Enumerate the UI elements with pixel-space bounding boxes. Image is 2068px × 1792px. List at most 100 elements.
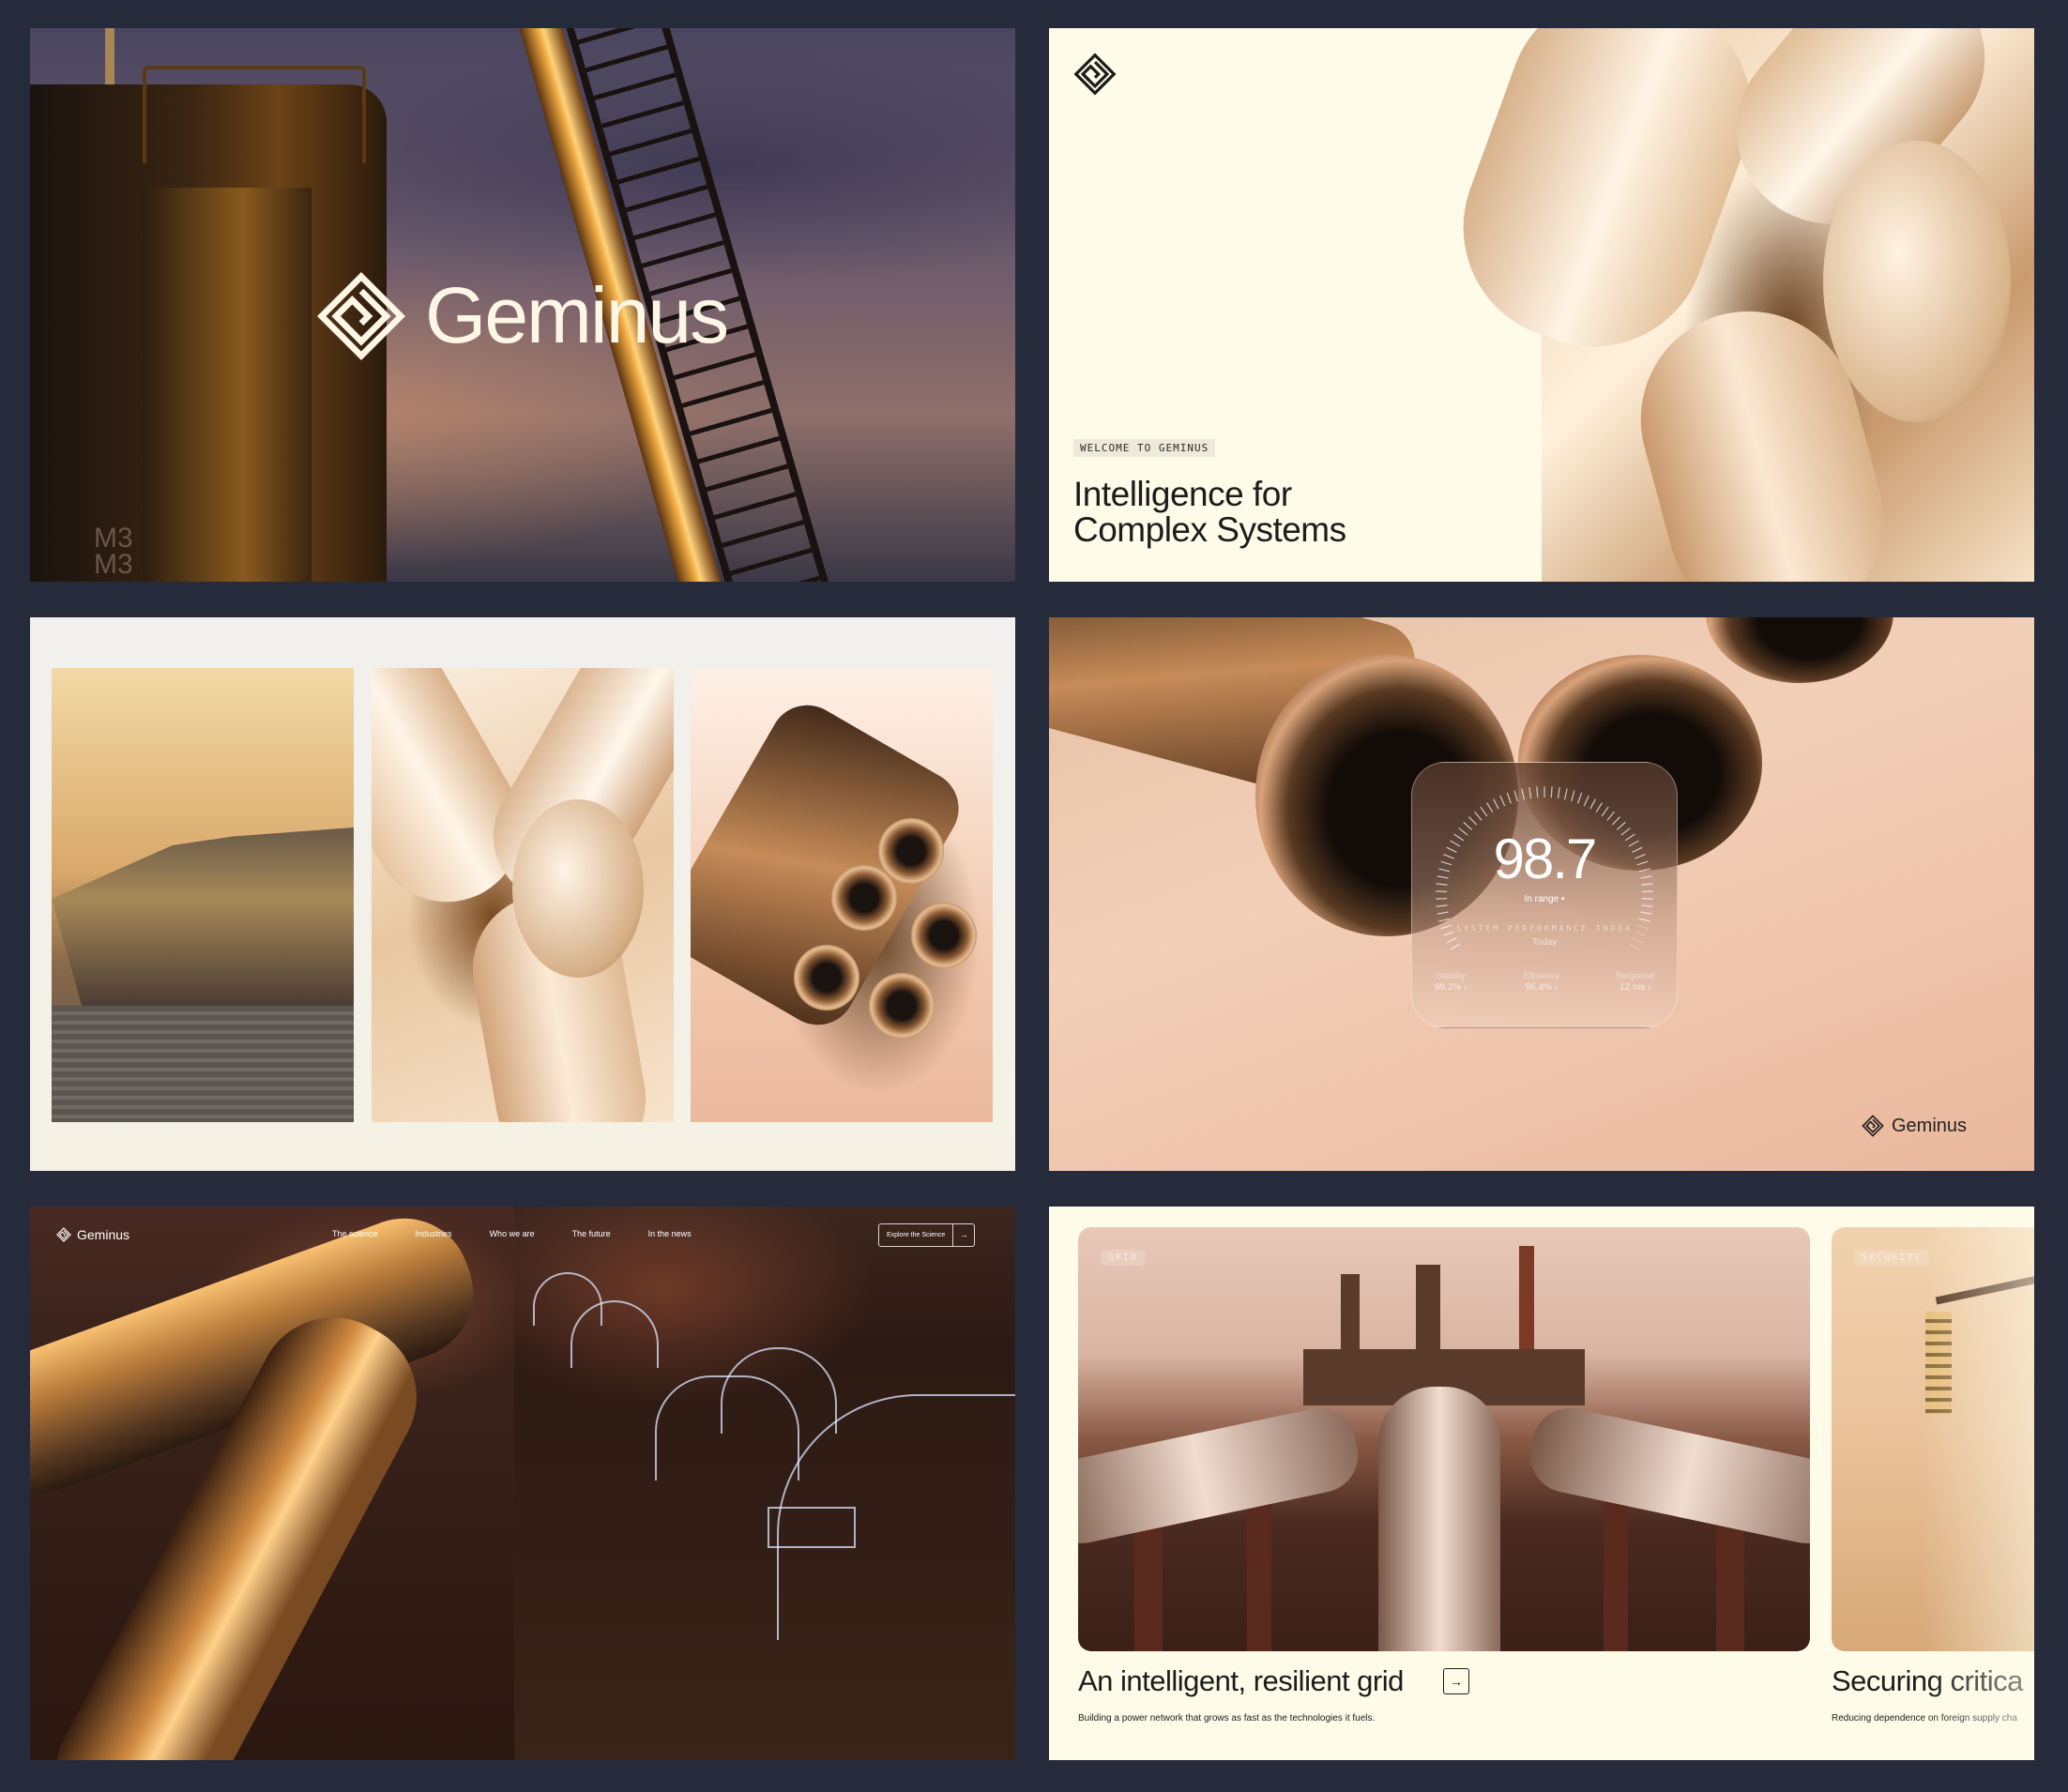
gauge-tick (1499, 795, 1506, 807)
performance-status: In range • (1524, 894, 1565, 904)
performance-metrics: Stability 99.2% › Efficiency 96.4% › Res… (1435, 971, 1654, 993)
aircraft-carrier-image (52, 668, 354, 1122)
nav-link-the-science[interactable]: The science (332, 1229, 378, 1238)
metric-value: 12 ms › (1619, 982, 1651, 993)
wireframe-arch (655, 1375, 799, 1481)
headline-line-1: Intelligence for (1073, 475, 1292, 513)
engine-nozzle (794, 945, 859, 1010)
hero-wordmark: Geminus (425, 271, 729, 359)
gauge-tick (1506, 792, 1512, 804)
engine-nozzle (911, 903, 977, 968)
gauge-tick (1528, 787, 1532, 799)
wireframe-base (768, 1507, 856, 1548)
performance-brand: Geminus (1862, 1115, 1967, 1137)
gauge-tick (1480, 806, 1488, 817)
nav-link-the-future[interactable]: The future (572, 1229, 611, 1238)
category-chip: GRID (1101, 1250, 1147, 1266)
geminus-logo-icon (56, 1227, 71, 1242)
metric-label: Stability (1436, 971, 1466, 980)
arrow-right-icon[interactable]: → (1443, 1668, 1469, 1694)
explore-science-button[interactable]: Explore the Science → (878, 1223, 976, 1247)
nav-brand[interactable]: Geminus (56, 1227, 129, 1242)
nav-brand-word: Geminus (77, 1227, 130, 1242)
cta-label: Explore the Science (879, 1224, 954, 1246)
turbine-hub-image (1431, 28, 2034, 582)
gauge-tick (1436, 904, 1448, 907)
nav-link-who-we-are[interactable]: Who we are (490, 1229, 535, 1238)
gauge-tick (1438, 918, 1451, 922)
gauge-tick (1638, 918, 1650, 922)
pipeline-center (1378, 1387, 1500, 1651)
geminus-logo-icon (1862, 1115, 1884, 1137)
gauge-tick (1564, 788, 1568, 800)
gauge-tick (1521, 788, 1525, 800)
rocket-engine-image (691, 668, 993, 1122)
gauge-tick (1536, 786, 1539, 798)
metric-value: 99.2% › (1435, 982, 1467, 993)
hero-logo: Geminus (316, 270, 729, 361)
gauge-tick (1611, 816, 1621, 826)
turbine-nose (1823, 141, 2011, 422)
gauge-tick (1467, 816, 1478, 826)
gauge-tick (1577, 792, 1583, 804)
pipeline (1078, 1401, 1365, 1551)
engine-nozzle (1706, 617, 1893, 683)
imagery-triptych-panel (30, 617, 1015, 1171)
welcome-text-column: WELCOME TO GEMINUS Intelligence for Comp… (1049, 28, 1542, 582)
nav-link-industries[interactable]: Industries (416, 1229, 452, 1238)
metric-value: 96.4% › (1525, 982, 1559, 993)
gauge-tick (1606, 811, 1616, 821)
performance-panel: 98.7 In range • SYSTEM PERFORMANCE INDEX… (1049, 617, 2034, 1171)
gauge-tick (1583, 795, 1589, 807)
gauge-tick (1589, 798, 1596, 810)
ship-hull (52, 828, 354, 1006)
pipe-support (1604, 1499, 1628, 1651)
metric-label: Response (1616, 971, 1654, 980)
pipeline-photo (30, 1207, 514, 1760)
wireframe-arch (533, 1272, 602, 1326)
performance-label: SYSTEM PERFORMANCE INDEX (1456, 924, 1633, 933)
category-chip: SECURITY (1854, 1250, 1930, 1266)
engine-nozzle (869, 973, 935, 1039)
gauge-tick (1473, 811, 1483, 821)
performance-card: 98.7 In range • SYSTEM PERFORMANCE INDEX… (1411, 762, 1678, 1028)
gauge-tick (1486, 802, 1494, 813)
gauge-tick (1550, 786, 1553, 798)
geminus-logo-icon (1073, 53, 1117, 96)
engine-nozzle (878, 818, 944, 884)
hero-panel: M3 M3 Geminus (30, 28, 1015, 582)
welcome-headline: Intelligence for Complex Systems (1073, 477, 1524, 548)
gauge-tick (1513, 790, 1518, 802)
gauge-tick (1595, 802, 1603, 813)
sea-surface (52, 1006, 354, 1122)
site-nav: Geminus The science Industries Who we ar… (30, 1207, 1015, 1263)
nav-link-in-the-news[interactable]: In the news (648, 1229, 692, 1238)
arrow-right-icon: → (959, 1230, 968, 1239)
performance-score: 98.7 (1493, 828, 1598, 890)
gauge-tick (1640, 911, 1652, 915)
hero-tower-column (143, 188, 312, 582)
gauge-tick (1557, 787, 1560, 799)
gauge-tick (1437, 911, 1449, 915)
metric-stability[interactable]: Stability 99.2% › (1435, 971, 1467, 993)
gauge-tick (1571, 790, 1575, 802)
pipeline (1523, 1401, 1810, 1551)
metric-response[interactable]: Response 12 ms › (1616, 971, 1654, 993)
geminus-logo-icon (316, 271, 406, 361)
welcome-panel: WELCOME TO GEMINUS Intelligence for Comp… (1049, 28, 2034, 582)
carousel-edge-fade (1922, 1207, 2034, 1760)
turbine-image (372, 668, 674, 1122)
nav-links: The science Industries Who we are The fu… (332, 1229, 692, 1238)
pipeline-wireframe (514, 1207, 1015, 1760)
card-desc-grid: Building a power network that grows as f… (1078, 1713, 1376, 1724)
gauge-tick (1641, 904, 1653, 907)
card-title-grid[interactable]: An intelligent, resilient grid (1078, 1664, 1404, 1698)
grid-card-image[interactable]: GRID (1078, 1227, 1810, 1651)
turbine-nose (512, 799, 644, 978)
performance-period: Today (1531, 937, 1558, 948)
brand-wordmark: Geminus (1892, 1115, 1968, 1136)
feature-cards-panel: GRID SECURITY An intelligent, resilient … (1049, 1207, 2034, 1760)
metric-label: Efficiency (1523, 971, 1560, 980)
metric-efficiency[interactable]: Efficiency 96.4% › (1524, 971, 1559, 993)
gauge-tick (1493, 798, 1499, 810)
